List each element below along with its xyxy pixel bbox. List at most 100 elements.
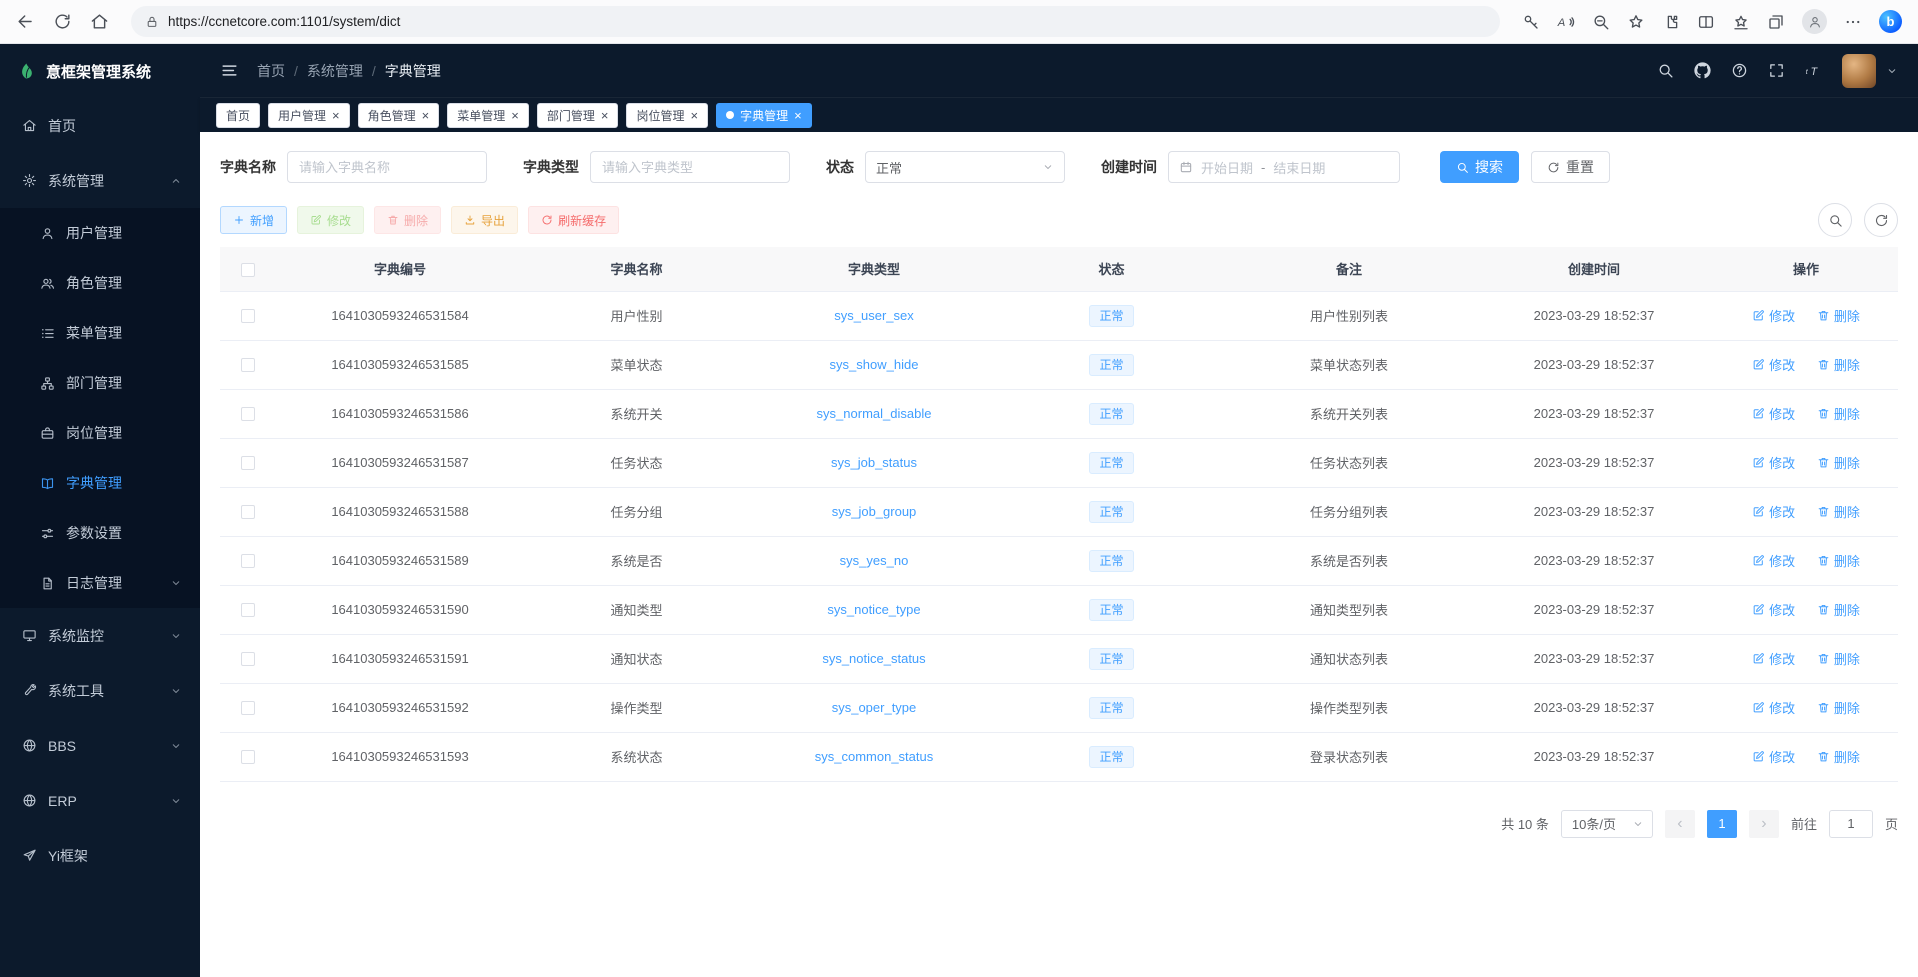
copilot-icon[interactable]: b: [1879, 10, 1902, 33]
row-edit-link[interactable]: 修改: [1752, 698, 1795, 717]
close-icon[interactable]: [422, 109, 430, 122]
dict-type-link[interactable]: sys_common_status: [815, 749, 934, 764]
row-delete-link[interactable]: 删除: [1817, 404, 1860, 423]
row-delete-link[interactable]: 删除: [1817, 306, 1860, 325]
date-range-picker[interactable]: 开始日期 - 结束日期: [1168, 151, 1400, 183]
close-icon[interactable]: [511, 109, 519, 122]
close-icon[interactable]: [690, 109, 698, 122]
row-delete-link[interactable]: 删除: [1817, 600, 1860, 619]
reset-button[interactable]: 重置: [1531, 151, 1610, 183]
row-delete-link[interactable]: 删除: [1817, 747, 1860, 766]
sidebar-item-log-management[interactable]: 日志管理: [0, 558, 200, 608]
back-icon[interactable]: [16, 12, 35, 31]
row-checkbox[interactable]: [241, 554, 255, 568]
row-checkbox[interactable]: [241, 309, 255, 323]
refresh-table-button[interactable]: [1864, 203, 1898, 237]
browser-menu-icon[interactable]: [1844, 13, 1862, 31]
sidebar-item-role-management[interactable]: 角色管理: [0, 258, 200, 308]
help-icon[interactable]: [1731, 62, 1748, 79]
browser-home-icon[interactable]: [90, 12, 109, 31]
breadcrumb-item-home[interactable]: 首页: [257, 61, 285, 81]
next-page-button[interactable]: [1749, 810, 1779, 838]
browser-profile-avatar[interactable]: [1802, 9, 1827, 34]
sidebar-item-dept-management[interactable]: 部门管理: [0, 358, 200, 408]
sidebar-item-menu-management[interactable]: 菜单管理: [0, 308, 200, 358]
row-edit-link[interactable]: 修改: [1752, 551, 1795, 570]
font-size-icon[interactable]: tT: [1805, 62, 1822, 79]
export-button[interactable]: 导出: [451, 206, 518, 234]
status-select[interactable]: 正常: [865, 151, 1065, 183]
goto-page-input[interactable]: [1829, 810, 1873, 838]
dict-type-link[interactable]: sys_notice_type: [827, 602, 920, 617]
row-delete-link[interactable]: 删除: [1817, 551, 1860, 570]
extensions-icon[interactable]: [1662, 13, 1680, 31]
row-checkbox[interactable]: [241, 750, 255, 764]
tab-menu-management[interactable]: 菜单管理: [447, 103, 529, 128]
split-screen-icon[interactable]: [1697, 13, 1715, 31]
dict-type-link[interactable]: sys_notice_status: [822, 651, 925, 666]
row-checkbox[interactable]: [241, 652, 255, 666]
dict-type-link[interactable]: sys_oper_type: [832, 700, 917, 715]
tab-dict-management[interactable]: 字典管理: [716, 103, 812, 128]
fullscreen-icon[interactable]: [1768, 62, 1785, 79]
sidebar-item-param-settings[interactable]: 参数设置: [0, 508, 200, 558]
row-checkbox[interactable]: [241, 505, 255, 519]
close-icon[interactable]: [601, 109, 609, 122]
refresh-cache-button[interactable]: 刷新缓存: [528, 206, 619, 234]
close-icon[interactable]: [794, 109, 802, 122]
dict-type-link[interactable]: sys_yes_no: [840, 553, 909, 568]
row-edit-link[interactable]: 修改: [1752, 502, 1795, 521]
row-edit-link[interactable]: 修改: [1752, 404, 1795, 423]
row-checkbox[interactable]: [241, 701, 255, 715]
sidebar-item-post-management[interactable]: 岗位管理: [0, 408, 200, 458]
row-edit-link[interactable]: 修改: [1752, 600, 1795, 619]
select-all-checkbox[interactable]: [241, 263, 255, 277]
sidebar-item-system-tools[interactable]: 系统工具: [0, 663, 200, 718]
row-edit-link[interactable]: 修改: [1752, 649, 1795, 668]
row-edit-link[interactable]: 修改: [1752, 453, 1795, 472]
hamburger-icon[interactable]: [220, 61, 239, 80]
dict-name-input[interactable]: [287, 151, 487, 183]
row-checkbox[interactable]: [241, 603, 255, 617]
row-edit-link[interactable]: 修改: [1752, 306, 1795, 325]
sidebar-item-system-management[interactable]: 系统管理: [0, 153, 200, 208]
row-edit-link[interactable]: 修改: [1752, 747, 1795, 766]
row-checkbox[interactable]: [241, 456, 255, 470]
favorites-bar-icon[interactable]: [1732, 13, 1750, 31]
sidebar-item-system-monitor[interactable]: 系统监控: [0, 608, 200, 663]
close-icon[interactable]: [332, 109, 340, 122]
prev-page-button[interactable]: [1665, 810, 1695, 838]
search-button[interactable]: 搜索: [1440, 151, 1519, 183]
address-bar[interactable]: https://ccnetcore.com:1101/system/dict: [131, 6, 1500, 37]
dict-type-link[interactable]: sys_show_hide: [830, 357, 919, 372]
sidebar-item-bbs[interactable]: BBS: [0, 718, 200, 773]
row-delete-link[interactable]: 删除: [1817, 502, 1860, 521]
tab-post-management[interactable]: 岗位管理: [626, 103, 708, 128]
sidebar-item-dict-management[interactable]: 字典管理: [0, 458, 200, 508]
add-button[interactable]: 新增: [220, 206, 287, 234]
search-icon[interactable]: [1657, 62, 1674, 79]
row-delete-link[interactable]: 删除: [1817, 453, 1860, 472]
dict-type-link[interactable]: sys_normal_disable: [817, 406, 932, 421]
read-aloud-icon[interactable]: A: [1557, 13, 1575, 31]
user-avatar[interactable]: [1842, 54, 1876, 88]
sidebar-item-home[interactable]: 首页: [0, 98, 200, 153]
dict-type-link[interactable]: sys_job_status: [831, 455, 917, 470]
password-key-icon[interactable]: [1522, 13, 1540, 31]
dict-type-input[interactable]: [590, 151, 790, 183]
page-size-select[interactable]: 10条/页: [1561, 810, 1653, 838]
chevron-down-icon[interactable]: [1886, 65, 1898, 77]
tab-user-management[interactable]: 用户管理: [268, 103, 350, 128]
breadcrumb-item-system[interactable]: 系统管理: [307, 61, 363, 81]
refresh-icon[interactable]: [53, 12, 72, 31]
github-icon[interactable]: [1694, 62, 1711, 79]
row-edit-link[interactable]: 修改: [1752, 355, 1795, 374]
delete-button[interactable]: 删除: [374, 206, 441, 234]
row-checkbox[interactable]: [241, 407, 255, 421]
favorites-add-icon[interactable]: [1627, 13, 1645, 31]
collections-icon[interactable]: [1767, 13, 1785, 31]
show-search-button[interactable]: [1818, 203, 1852, 237]
tab-home[interactable]: 首页: [216, 103, 260, 128]
sidebar-item-user-management[interactable]: 用户管理: [0, 208, 200, 258]
zoom-out-icon[interactable]: [1592, 13, 1610, 31]
